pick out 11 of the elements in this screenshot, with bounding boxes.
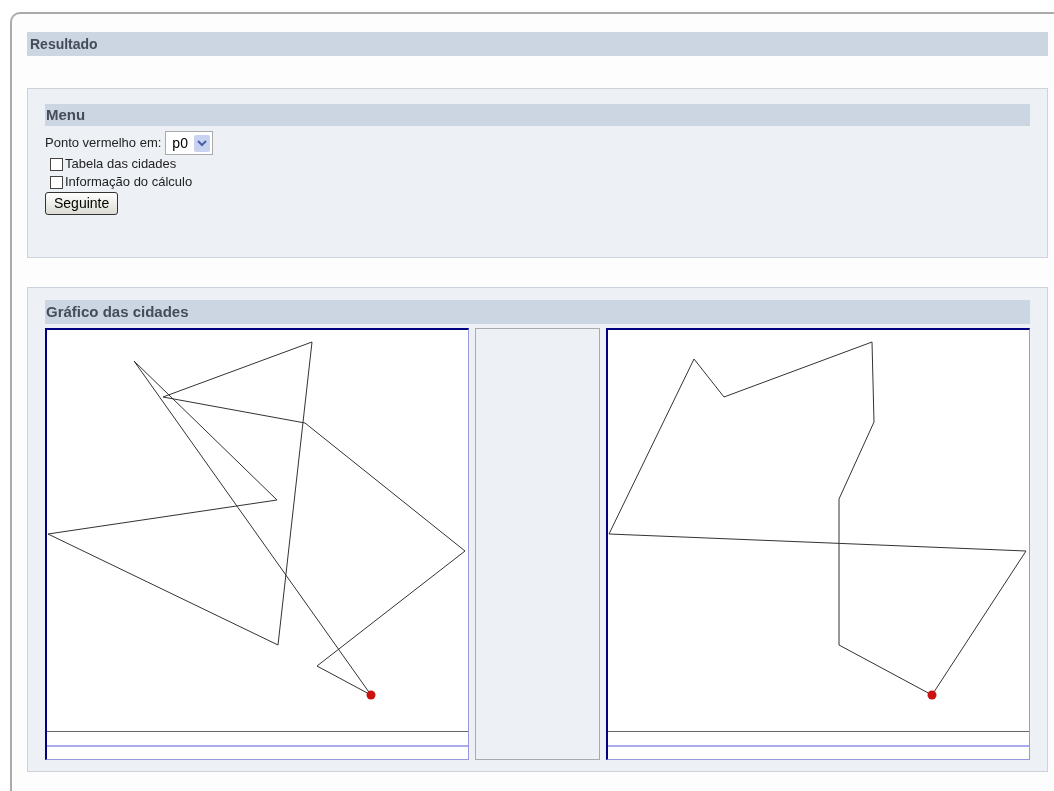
section-title: Resultado: [29, 34, 98, 54]
section-title: Gráfico das cidades: [45, 301, 189, 322]
dropdown-icon: [193, 134, 210, 152]
section-title: Menu: [45, 104, 86, 125]
next-button[interactable]: Seguinte: [45, 192, 119, 215]
checkbox-label: Tabela das cidades: [65, 155, 177, 174]
point-select[interactable]: p0: [165, 131, 213, 155]
checkbox[interactable]: [50, 157, 63, 171]
checkbox[interactable]: [50, 175, 63, 189]
select-label: Ponto vermelho em:: [45, 134, 162, 153]
checkbox-label: Informação do cálculo: [65, 173, 193, 192]
